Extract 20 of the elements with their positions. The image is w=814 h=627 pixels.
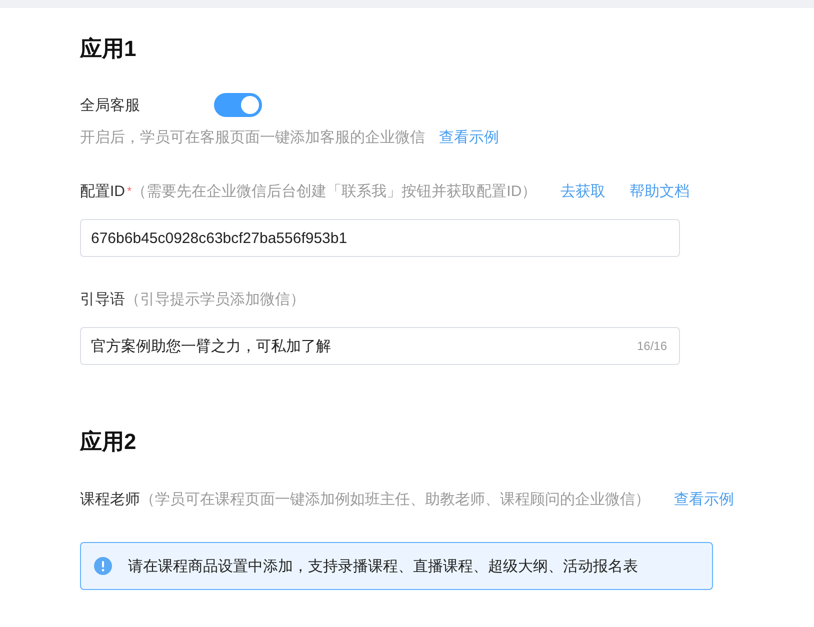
example-link[interactable]: 查看示例 — [439, 128, 499, 146]
example-link[interactable]: 查看示例 — [674, 490, 734, 508]
help-link[interactable]: 去获取 — [560, 182, 606, 200]
info-icon — [94, 557, 112, 575]
field-label: 引导语 — [80, 290, 125, 308]
alert-text: 请在课程商品设置中添加，支持录播课程、直播课程、超级大纲、活动报名表 — [128, 556, 638, 576]
toggle-switch[interactable] — [214, 93, 262, 117]
section-title: 应用2 — [80, 428, 138, 456]
row-label: 课程老师 — [80, 490, 140, 508]
help-link[interactable]: 帮助文档 — [630, 182, 690, 200]
row-note: （学员可在课程页面一键添加例如班主任、助教老师、课程顾问的企业微信） — [140, 490, 650, 508]
input-field[interactable]: 官方案例助您一臂之力，可私加了解 16/16 — [80, 327, 680, 365]
field-note: （引导提示学员添加微信） — [125, 290, 305, 308]
required-mark: * — [127, 184, 132, 198]
input-field[interactable]: 676b6b45c0928c63bcf27ba556f953b1 — [80, 219, 680, 257]
field-label: 配置ID — [80, 182, 125, 200]
toggle-label: 全局客服 — [80, 96, 141, 114]
hint-text: 开启后，学员可在客服页面一键添加客服的企业微信 — [80, 128, 425, 146]
section-title: 应用1 — [80, 35, 138, 63]
field-note: （需要先在企业微信后台创建「联系我」按钮并获取配置ID） — [132, 182, 537, 200]
